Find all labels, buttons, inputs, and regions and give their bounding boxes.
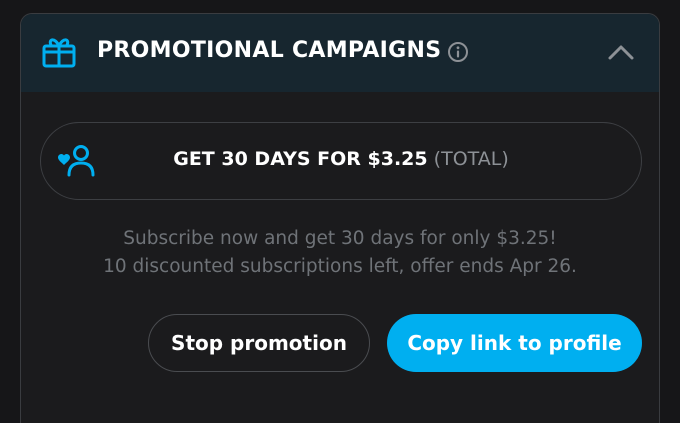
description-line-2: 10 discounted subscriptions left, offer … <box>103 256 577 277</box>
stop-promotion-button[interactable]: Stop promotion <box>148 314 370 372</box>
promotional-campaigns-panel: PROMOTIONAL CAMPAIGNS GET 30 DAYS FOR $3… <box>20 13 660 423</box>
chevron-up-icon[interactable] <box>607 42 635 62</box>
description-line-1: Subscribe now and get 30 days for only $… <box>123 228 557 249</box>
copy-link-button[interactable]: Copy link to profile <box>387 314 642 372</box>
offer-suffix-text: (TOTAL) <box>433 148 509 170</box>
offer-pill: GET 30 DAYS FOR $3.25 (TOTAL) <box>40 122 642 200</box>
offer-main-text: GET 30 DAYS FOR $3.25 <box>173 148 428 170</box>
panel-header: PROMOTIONAL CAMPAIGNS <box>21 14 659 92</box>
gift-icon <box>42 38 76 68</box>
offer-text: GET 30 DAYS FOR $3.25 (TOTAL) <box>41 148 641 170</box>
info-icon[interactable] <box>447 41 469 63</box>
panel-title: PROMOTIONAL CAMPAIGNS <box>97 38 442 63</box>
